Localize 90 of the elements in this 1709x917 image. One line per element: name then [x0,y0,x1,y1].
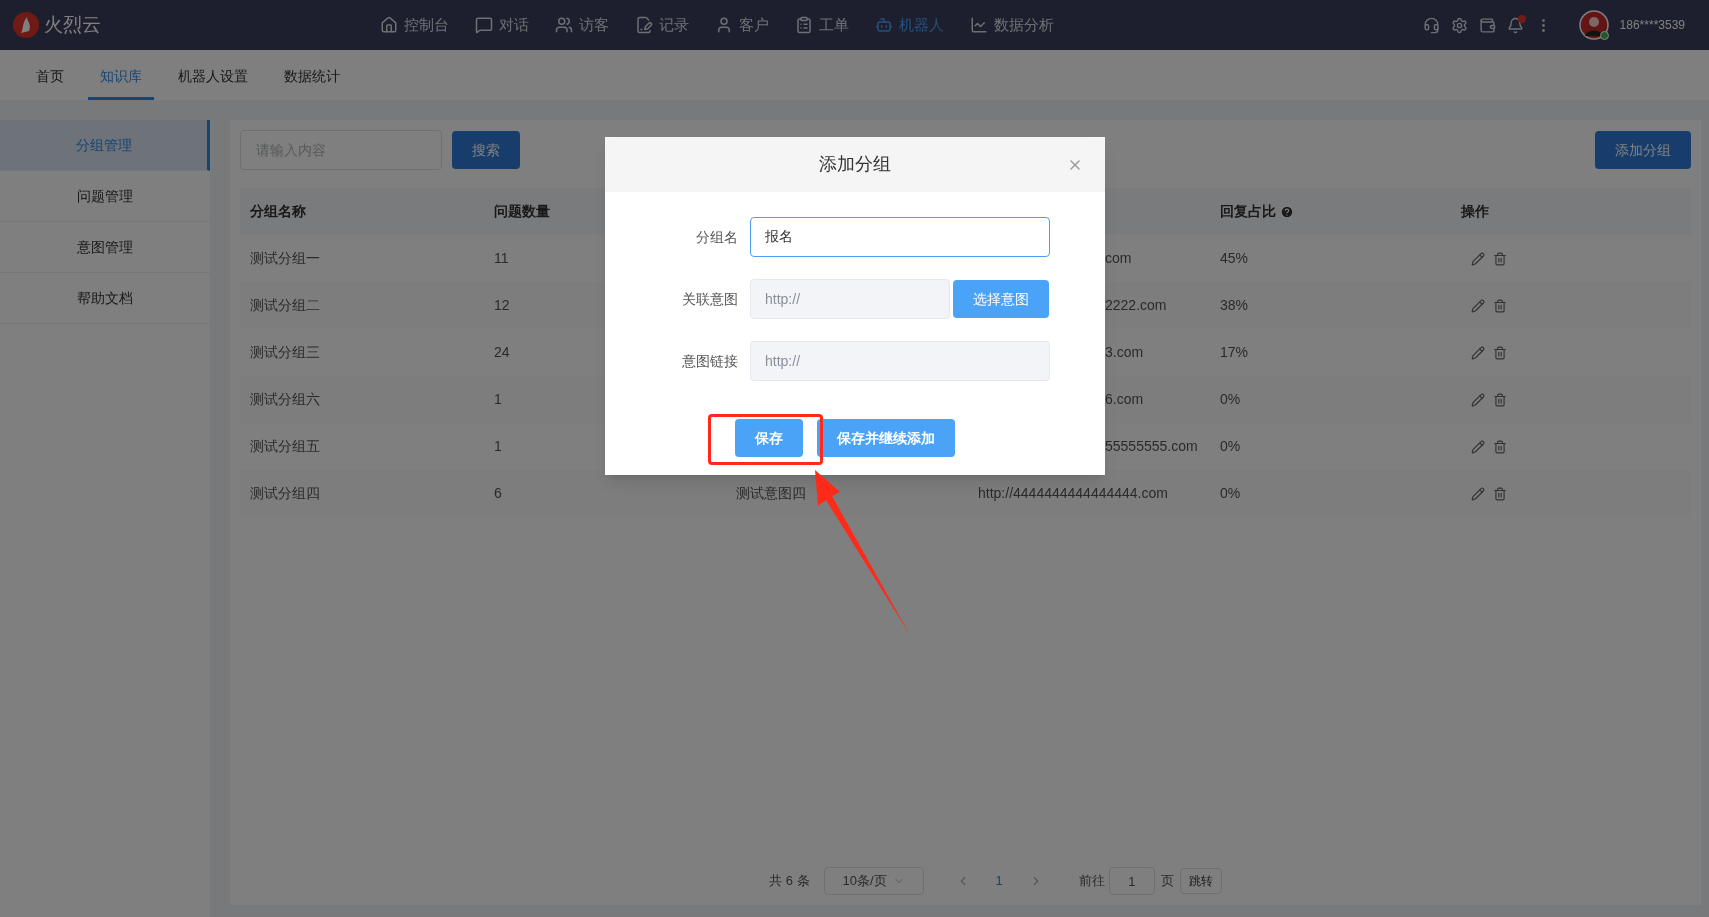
delete-icon[interactable] [1493,486,1507,501]
nav-link[interactable]: 客户 [715,13,769,37]
sub-tab[interactable]: 知识库 [88,66,154,100]
page-unit: 页 [1160,872,1174,891]
user-icon [715,16,733,34]
table-cell: 1 [494,391,502,407]
sub-tab[interactable]: 机器人设置 [166,66,260,100]
table-cell: 2222.com [1105,297,1167,313]
search-button[interactable]: 搜索 [452,131,520,169]
edit-icon [635,16,653,34]
column-header: 分组名称 [250,202,306,221]
user-name: 186****3539 [1619,17,1685,34]
table-cell: 测试分组五 [250,438,320,454]
delete-icon[interactable] [1493,298,1507,313]
sidebar-item[interactable]: 问题管理 [0,171,210,222]
field-label: 意图链接 [681,351,739,371]
nav-link[interactable]: 数据分析 [970,13,1054,37]
column-header: 问题数量 [494,202,550,221]
jump-button[interactable]: 跳转 [1179,868,1222,894]
table-cell: 11 [494,250,509,266]
delete-icon[interactable] [1493,251,1507,266]
field-label: 关联意图 [681,289,739,309]
page-number[interactable]: 1 [981,871,1017,891]
page-input[interactable]: 1 [1108,867,1155,895]
delete-icon[interactable] [1493,345,1507,360]
table-cell: 0% [1220,485,1241,501]
table-cell: 45% [1220,250,1249,266]
sub-tab[interactable]: 首页 [24,66,76,100]
table-cell: 38% [1220,297,1249,313]
table-cell: 1 [494,438,502,454]
headset-icon[interactable] [1422,16,1440,34]
chart-icon [970,16,988,34]
clipboard-icon [795,16,813,34]
bell-icon[interactable] [1506,16,1524,34]
table-cell: com [1105,250,1132,266]
table-cell: 测试分组一 [250,250,320,266]
nav-link[interactable]: 记录 [635,13,689,37]
edit-icon[interactable] [1471,251,1485,266]
nav-link[interactable]: 控制台 [380,13,449,37]
table-cell: 0% [1220,438,1241,454]
delete-icon[interactable] [1493,392,1507,407]
chat-icon [475,16,493,34]
edit-icon[interactable] [1471,439,1485,454]
table-cell: 测试意图四 [736,485,806,501]
table-cell: http://4444444444444444.com [978,485,1168,501]
text-field[interactable]: 报名 [750,217,1050,257]
sub-tab[interactable]: 数据统计 [272,66,352,100]
page-size-select[interactable]: 10条/页 [823,867,924,895]
settings-icon[interactable] [1450,16,1468,34]
robot-icon [875,16,893,34]
table-cell: 测试分组六 [250,391,320,407]
add-group-button[interactable]: 添加分组 [1595,131,1691,169]
wallet-icon[interactable] [1478,16,1496,34]
table-cell: 测试分组四 [250,485,320,501]
table-cell: 3.com [1105,344,1144,360]
table-cell: 0% [1220,391,1241,407]
logo-icon [12,11,40,39]
table-cell: 12 [494,297,510,313]
table-cell: 24 [494,344,510,360]
edit-icon[interactable] [1471,392,1485,407]
save-and-continue-button[interactable]: 保存并继续添加 [817,419,955,457]
table-cell: 测试分组二 [250,297,320,313]
goto-label: 前往 [1078,872,1105,891]
table-cell: 17% [1220,344,1249,360]
users-icon [555,16,573,34]
nav-link[interactable]: 访客 [555,13,609,37]
table-cell: 6.com [1105,391,1144,407]
nav-link[interactable]: 工单 [795,13,849,37]
nav-link[interactable]: 机器人 [875,13,944,37]
sidebar-item[interactable]: 分组管理 [0,120,210,171]
edit-icon[interactable] [1471,345,1485,360]
sidebar-item[interactable]: 帮助文档 [0,273,210,324]
home-icon [380,16,398,34]
dialog-title: 添加分组 [819,153,891,176]
table-cell: 测试分组三 [250,344,320,360]
column-header: 操作 [1461,202,1489,221]
field-label: 分组名 [695,227,739,247]
table-cell: 6 [494,485,502,501]
save-button[interactable]: 保存 [735,419,803,457]
total-count: 共 6 条 [769,872,810,891]
table-cell: 55555555.com [1105,438,1198,454]
logo-text: 火烈云 [44,12,101,37]
avatar-icon[interactable] [1578,10,1609,40]
column-header: 回复占比 [1220,202,1276,221]
sidebar-item[interactable]: 意图管理 [0,222,210,273]
delete-icon[interactable] [1493,439,1507,454]
help-icon[interactable] [1280,204,1294,219]
edit-icon[interactable] [1471,298,1485,313]
edit-icon[interactable] [1471,486,1485,501]
nav-link[interactable]: 对话 [475,13,529,37]
